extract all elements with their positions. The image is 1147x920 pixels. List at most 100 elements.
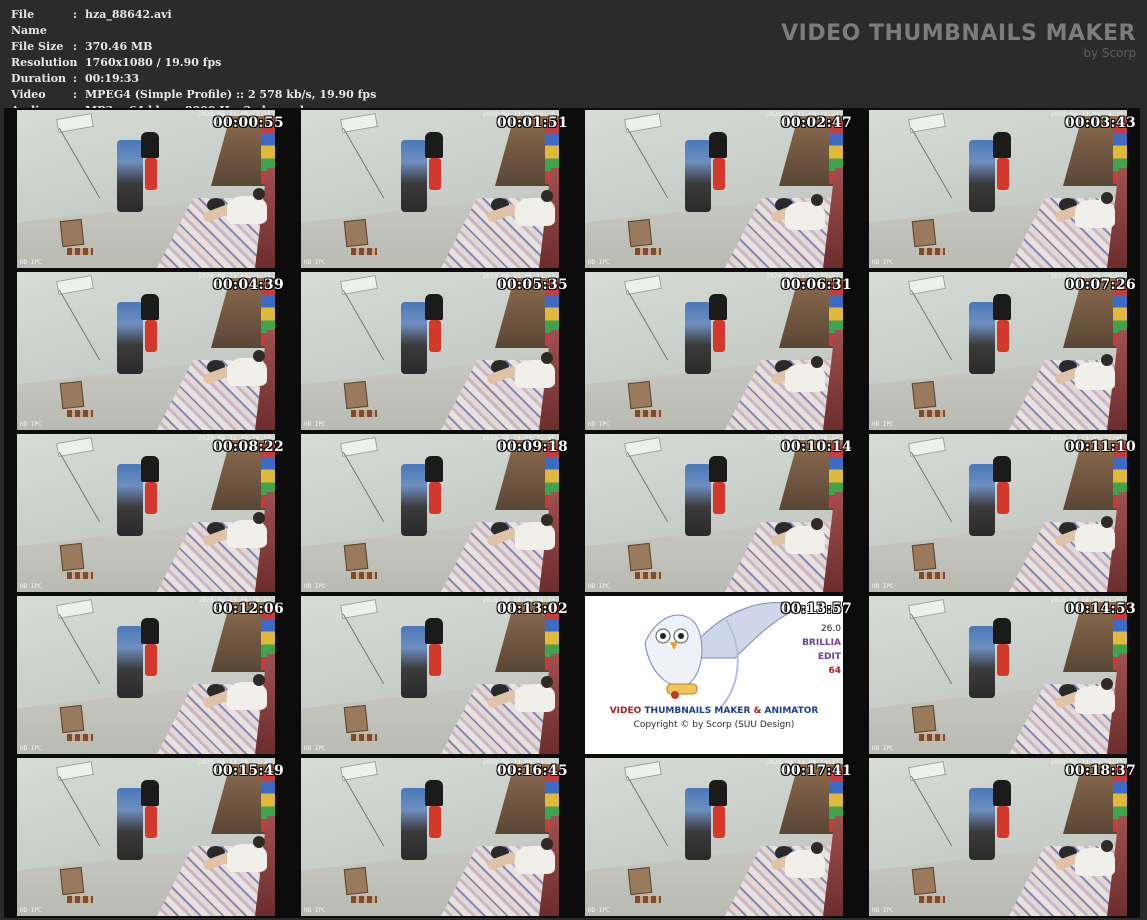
- thumbnail-time: 00:03:43: [1064, 115, 1136, 131]
- person-head: [811, 194, 823, 206]
- person-figure: [227, 844, 267, 872]
- video-thumbnail[interactable]: 2020-08-23 00:19:24 HD IPC 00:02:47: [572, 108, 856, 270]
- promo-copyright: Copyright © by Scorp (SUU Design): [633, 720, 795, 730]
- red-object: [429, 644, 441, 676]
- office-chair: [141, 456, 159, 482]
- office-chair: [141, 618, 159, 644]
- owl-logo-icon: [644, 601, 802, 708]
- person-head: [1101, 192, 1113, 204]
- thumbnail-frame: 2020-08-23 00:20:19 HD IPC: [869, 110, 1127, 268]
- thumbnail-frame: 2020-08-23 00:32:26 HD IPC: [17, 758, 275, 916]
- red-object: [429, 320, 441, 352]
- office-chair: [425, 780, 443, 806]
- office-chair: [709, 294, 727, 320]
- video-thumbnail[interactable]: 2020-08-23 00:17:32 HD IPC 00:00:55: [4, 108, 288, 270]
- info-value: 00:19:33: [85, 72, 140, 85]
- promo-side-line: EDIT: [817, 652, 841, 662]
- cardboard-box: [911, 542, 937, 572]
- promo-thumbnail[interactable]: VIDEO THUMBNAILS MAKER & ANIMATOR Copyrig…: [572, 594, 856, 756]
- thumbnail-time: 00:09:18: [496, 439, 568, 455]
- thumbnail-time: 00:07:26: [1064, 277, 1136, 293]
- video-thumbnail[interactable]: 2020-08-23 00:21:15 HD IPC 00:04:39: [4, 270, 288, 432]
- person-head: [811, 518, 823, 530]
- info-row: File Name: hza_88642.avi: [11, 7, 376, 39]
- thumbnail-frame: 2020-08-23 00:35:13 HD IPC: [869, 758, 1127, 916]
- water-dispenser: [401, 626, 427, 698]
- cardboard-box: [59, 866, 85, 896]
- info-separator: :: [73, 40, 78, 53]
- person-head: [541, 352, 553, 364]
- person-figure: [227, 196, 267, 224]
- red-object: [429, 482, 441, 514]
- red-object: [713, 806, 725, 838]
- promo-side-line: 26.0: [820, 624, 841, 634]
- red-object: [145, 320, 157, 352]
- cardboard-box: [343, 542, 369, 572]
- info-value: hza_88642.avi: [85, 8, 172, 21]
- thumbnail-frame: 2020-08-23 00:33:21 HD IPC: [301, 758, 559, 916]
- video-thumbnail[interactable]: 2020-08-23 00:29:38 HD IPC 00:13:02: [288, 594, 572, 756]
- camera-label: HD IPC: [304, 907, 326, 914]
- video-thumbnail[interactable]: 2020-08-23 00:33:21 HD IPC 00:16:45: [288, 756, 572, 918]
- video-thumbnail[interactable]: 2020-08-23 00:24:59 HD IPC 00:08:22: [4, 432, 288, 594]
- red-object: [145, 482, 157, 514]
- video-thumbnail[interactable]: 2020-08-23 00:31:30 HD IPC 00:14:53: [856, 594, 1140, 756]
- info-value: 370.46 MB: [85, 40, 153, 53]
- info-separator: :: [73, 72, 78, 85]
- person-figure: [785, 202, 825, 230]
- video-thumbnail[interactable]: 2020-08-23 00:34:17 HD IPC 00:17:41: [572, 756, 856, 918]
- promo-title-part: VIDEO: [609, 706, 645, 716]
- office-chair: [993, 456, 1011, 482]
- water-dispenser: [969, 140, 995, 212]
- info-row: Resolution:1760x1080 / 19.90 fps: [11, 55, 376, 71]
- video-thumbnail[interactable]: 2020-08-23 00:25:55 HD IPC 00:09:18: [288, 432, 572, 594]
- thumbnail-time: 00:06:31: [780, 277, 852, 293]
- red-object: [713, 482, 725, 514]
- info-key: File Name: [11, 8, 47, 37]
- person-figure: [227, 682, 267, 710]
- promo-title-part: ANIMATOR: [764, 706, 819, 716]
- thumbnail-frame: 2020-08-23 00:24:59 HD IPC: [17, 434, 275, 592]
- video-thumbnail[interactable]: 2020-08-23 00:27:46 HD IPC 00:11:10: [856, 432, 1140, 594]
- office-chair: [993, 132, 1011, 158]
- person-figure: [785, 364, 825, 392]
- red-object: [145, 806, 157, 838]
- cardboard-box: [343, 704, 369, 734]
- water-dispenser: [117, 302, 143, 374]
- video-thumbnail[interactable]: 2020-08-23 00:23:07 HD IPC 00:06:31: [572, 270, 856, 432]
- person-head: [1101, 354, 1113, 366]
- video-thumbnail[interactable]: 2020-08-23 00:18:28 HD IPC 00:01:51: [288, 108, 572, 270]
- video-thumbnail[interactable]: 2020-08-23 00:32:26 HD IPC 00:15:49: [4, 756, 288, 918]
- thumbnail-frame: 2020-08-23 00:23:07 HD IPC: [585, 272, 843, 430]
- camera-label: HD IPC: [588, 583, 610, 590]
- thumbnail-time: 00:02:47: [780, 115, 852, 131]
- shoe-rack: [67, 248, 93, 255]
- video-thumbnail[interactable]: 2020-08-23 00:28:42 HD IPC 00:12:06: [4, 594, 288, 756]
- person-figure: [1075, 686, 1115, 714]
- video-thumbnail[interactable]: 2020-08-23 00:26:50 HD IPC 00:10:14: [572, 432, 856, 594]
- red-object: [997, 806, 1009, 838]
- video-thumbnail[interactable]: 2020-08-23 00:35:13 HD IPC 00:18:37: [856, 756, 1140, 918]
- office-chair: [425, 618, 443, 644]
- water-dispenser: [969, 788, 995, 860]
- info-row: Video: MPEG4 (Simple Profile) :: 2 578 kb…: [11, 87, 376, 103]
- person-figure: [785, 526, 825, 554]
- thumbnail-frame: 2020-08-23 00:34:17 HD IPC: [585, 758, 843, 916]
- video-thumbnail[interactable]: 2020-08-23 00:22:11 HD IPC 00:05:35: [288, 270, 572, 432]
- shoe-rack: [919, 896, 945, 903]
- shoe-rack: [919, 248, 945, 255]
- thumbnail-time: 00:13:02: [496, 601, 568, 617]
- video-thumbnail[interactable]: 2020-08-23 00:20:19 HD IPC 00:03:43: [856, 108, 1140, 270]
- thumbnail-time: 00:13:57: [780, 601, 852, 617]
- water-dispenser: [117, 464, 143, 536]
- camera-label: HD IPC: [588, 907, 610, 914]
- water-dispenser: [117, 788, 143, 860]
- office-chair: [141, 132, 159, 158]
- video-thumbnail[interactable]: 2020-08-23 00:24:03 HD IPC 00:07:26: [856, 270, 1140, 432]
- person-figure: [515, 360, 555, 388]
- office-chair: [425, 132, 443, 158]
- cardboard-box: [59, 704, 85, 734]
- camera-label: HD IPC: [304, 583, 326, 590]
- office-chair: [993, 618, 1011, 644]
- thumbnail-time: 00:15:49: [212, 763, 284, 779]
